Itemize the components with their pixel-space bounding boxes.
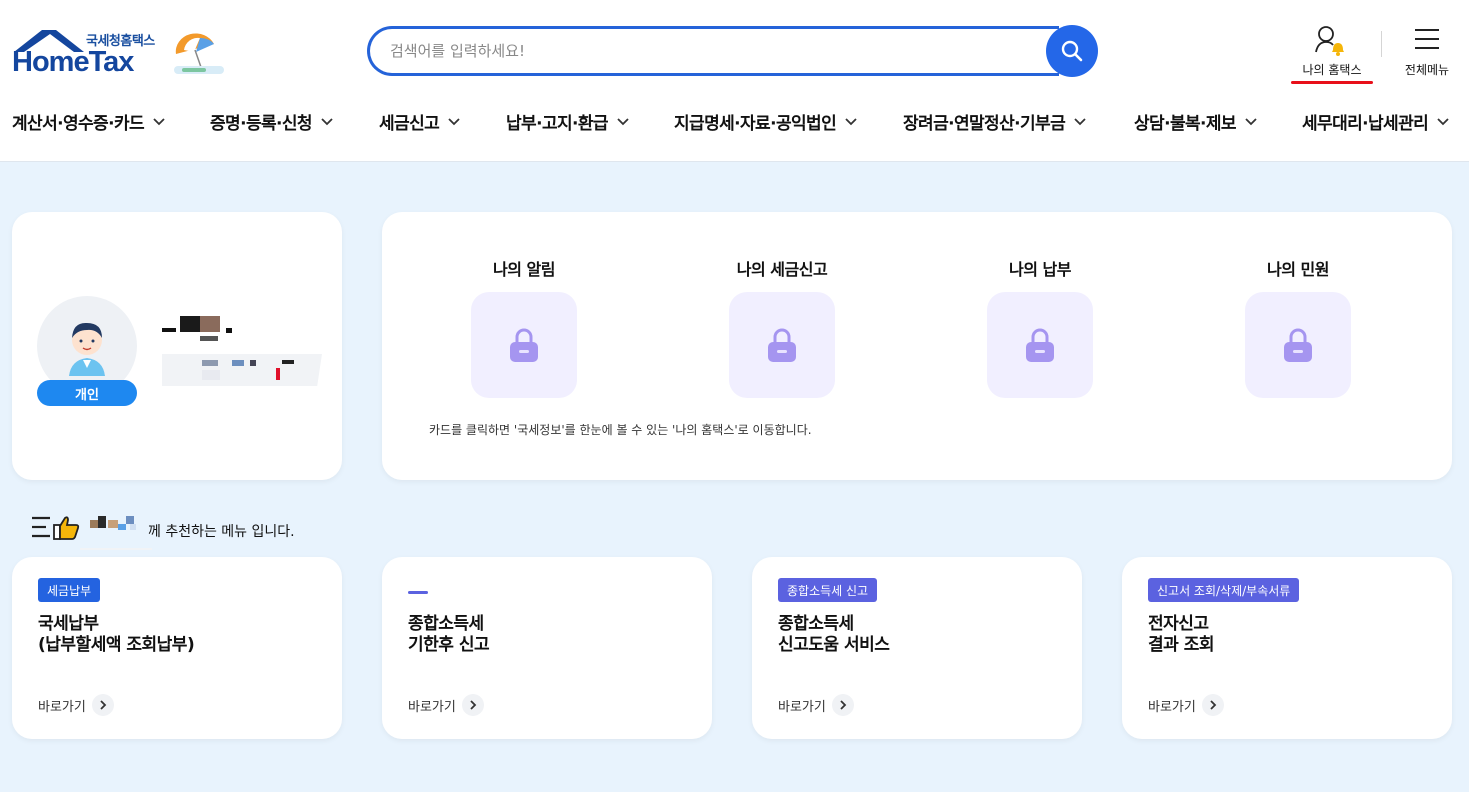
header: 국세청홈택스 HomeTax 나의 홈택스 [0, 0, 1469, 162]
tile-title: 나의 알림 [493, 260, 555, 279]
gnb-label: 세금신고 [379, 113, 440, 134]
gnb-label: 지급명세·자료·공익법인 [674, 113, 837, 134]
menu-tag: 신고서 조회/삭제/부속서류 [1148, 578, 1300, 602]
chevron-down-icon [321, 118, 333, 126]
go-label: 바로가기 [38, 699, 86, 715]
hamburger-menu-icon [1415, 29, 1439, 49]
go-link[interactable]: 바로가기 [778, 694, 854, 716]
menu-title: 종합소득세 기한후 신고 [408, 614, 490, 655]
recommend-header [32, 514, 152, 550]
search-input[interactable] [370, 29, 1059, 73]
menu-title: 국세납부 (납부할세액 조회납부) [38, 614, 195, 655]
my-hometax-label: 나의 홈택스 [1302, 63, 1362, 77]
active-underline [1291, 81, 1373, 84]
go-label: 바로가기 [408, 699, 456, 715]
recommend-text: 께 추천하는 메뉴 입니다. [148, 524, 295, 540]
chevron-right-icon [840, 700, 847, 710]
gnb-item-consulting[interactable]: 상담·불복·제보 [1134, 104, 1258, 138]
tile-box [987, 292, 1093, 398]
my-tax-return-tile[interactable]: 나의 세금신고 [729, 256, 835, 398]
search-bar [367, 26, 1059, 76]
go-link[interactable]: 바로가기 [1148, 694, 1224, 716]
gnb-item-payment[interactable]: 납부·고지·환급 [506, 104, 630, 138]
gnb-label: 납부·고지·환급 [506, 113, 609, 134]
chevron-right-icon [1210, 700, 1217, 710]
chevron-down-icon [845, 118, 857, 126]
go-circle [461, 694, 484, 716]
tile-title: 나의 납부 [1009, 260, 1071, 279]
logo-text: HomeTax [12, 46, 134, 78]
go-circle [831, 694, 854, 716]
menu-title: 전자신고 결과 조회 [1148, 614, 1214, 655]
lock-icon [1026, 328, 1054, 362]
search-icon [1061, 40, 1083, 62]
redacted-user-name-small [80, 514, 152, 550]
gnb-label: 상담·불복·제보 [1134, 113, 1237, 134]
menu-card-income-tax-help[interactable]: 종합소득세 신고 종합소득세 신고도움 서비스 바로가기 [752, 557, 1082, 739]
gnb-label: 계산서·영수증·카드 [12, 113, 145, 134]
menu-card-national-tax-payment[interactable]: 세금납부 국세납부 (납부할세액 조회납부) 바로가기 [12, 557, 342, 739]
go-link[interactable]: 바로가기 [38, 694, 114, 716]
lock-icon [510, 328, 538, 362]
tile-box [729, 292, 835, 398]
thumbs-up-list-icon [32, 516, 80, 540]
hometax-logo[interactable]: 국세청홈택스 HomeTax [12, 26, 227, 82]
gnb-label: 증명·등록·신청 [210, 113, 313, 134]
redacted-user-info [162, 354, 322, 386]
menu-tag: 세금납부 [38, 578, 101, 602]
gnb-label: 세무대리·납세관리 [1302, 113, 1429, 134]
tile-title: 나의 민원 [1267, 260, 1329, 279]
menu-tag-placeholder [408, 591, 428, 594]
all-menu-label: 전체메뉴 [1404, 63, 1450, 77]
go-circle [1201, 694, 1224, 716]
chevron-right-icon [100, 700, 107, 710]
lock-icon [768, 328, 796, 362]
go-circle [91, 694, 114, 716]
chevron-down-icon [1245, 118, 1257, 126]
tile-title: 나의 세금신고 [736, 260, 828, 279]
profile-card: 개인 [12, 212, 342, 480]
gnb-item-tax-agent[interactable]: 세무대리·납세관리 [1302, 104, 1450, 138]
my-hometax-button[interactable]: 나의 홈택스 [1290, 24, 1374, 86]
my-payment-tile[interactable]: 나의 납부 [987, 256, 1093, 398]
menu-card-e-filing-result[interactable]: 신고서 조회/삭제/부속서류 전자신고 결과 조회 바로가기 [1122, 557, 1452, 739]
gnb-label: 장려금·연말정산·기부금 [903, 113, 1066, 134]
chevron-down-icon [448, 118, 460, 126]
go-link[interactable]: 바로가기 [408, 694, 484, 716]
tile-box [1245, 292, 1351, 398]
my-cards-note: 카드를 클릭하면 '국세정보'를 한눈에 볼 수 있는 '나의 홈택스'로 이동… [429, 423, 812, 437]
menu-tag: 종합소득세 신고 [778, 578, 878, 602]
all-menu-button[interactable]: 전체메뉴 [1396, 24, 1458, 86]
tile-box [471, 292, 577, 398]
my-civil-petition-tile[interactable]: 나의 민원 [1245, 256, 1351, 398]
global-navigation: 계산서·영수증·카드 증명·등록·신청 세금신고 납부·고지·환급 지급명세·자… [0, 104, 1469, 138]
user-bell-icon [1315, 26, 1344, 56]
gnb-item-certificate[interactable]: 증명·등록·신청 [210, 104, 334, 138]
chevron-right-icon [470, 700, 477, 710]
my-alerts-tile[interactable]: 나의 알림 [471, 256, 577, 398]
menu-card-late-income-tax[interactable]: 종합소득세 기한후 신고 바로가기 [382, 557, 712, 739]
my-status-card: 나의 알림 나의 세금신고 나의 납부 나의 민원 카드를 클릭하면 '국세정보… [382, 212, 1452, 480]
beach-umbrella-icon [174, 33, 224, 74]
chevron-down-icon [1074, 118, 1086, 126]
gnb-item-tax-return[interactable]: 세금신고 [379, 104, 461, 138]
go-label: 바로가기 [1148, 699, 1196, 715]
search-button[interactable] [1046, 25, 1098, 77]
chevron-down-icon [1437, 118, 1449, 126]
menu-title: 종합소득세 신고도움 서비스 [778, 614, 890, 655]
lock-icon [1284, 328, 1312, 362]
chevron-down-icon [617, 118, 629, 126]
go-label: 바로가기 [778, 699, 826, 715]
header-divider [1381, 31, 1382, 57]
gnb-item-statements[interactable]: 지급명세·자료·공익법인 [674, 104, 858, 138]
gnb-item-invoice[interactable]: 계산서·영수증·카드 [12, 104, 166, 138]
redacted-user-name [162, 316, 238, 341]
gnb-item-incentives[interactable]: 장려금·연말정산·기부금 [903, 104, 1087, 138]
user-type-badge: 개인 [37, 380, 137, 406]
chevron-down-icon [153, 118, 165, 126]
